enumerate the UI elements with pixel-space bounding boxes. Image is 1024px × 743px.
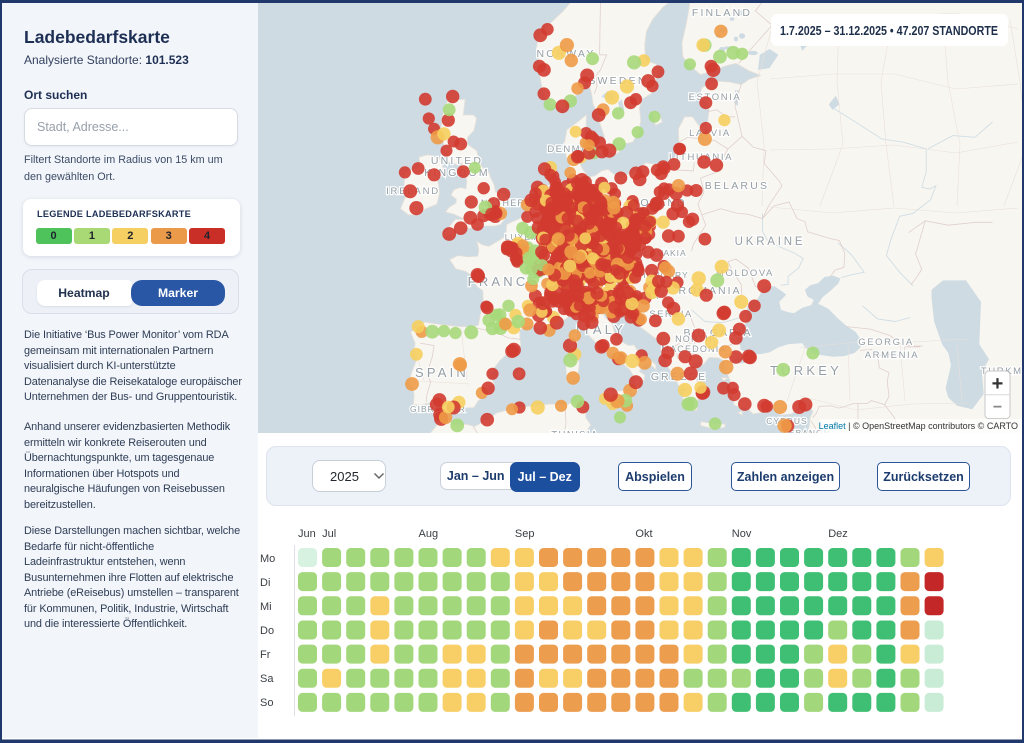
svg-text:Mi: Mi <box>260 601 272 613</box>
svg-text:Do: Do <box>260 625 274 637</box>
svg-text:ESTONIA: ESTONIA <box>689 92 742 103</box>
svg-text:Aug: Aug <box>419 528 439 540</box>
svg-text:Sep: Sep <box>515 528 535 540</box>
svg-text:FINLAND: FINLAND <box>692 7 752 19</box>
svg-text:Fr: Fr <box>260 649 271 661</box>
svg-text:SWEDEN: SWEDEN <box>588 75 647 87</box>
svg-text:UKRAINE: UKRAINE <box>735 236 806 248</box>
svg-text:BELARUS: BELARUS <box>705 180 769 192</box>
svg-text:Di: Di <box>260 577 270 589</box>
svg-text:+: + <box>992 373 1004 395</box>
svg-text:Okt: Okt <box>635 528 652 540</box>
svg-text:Mo: Mo <box>260 553 275 565</box>
svg-text:−: − <box>993 399 1002 416</box>
svg-text:Sa: Sa <box>260 673 274 685</box>
svg-text:1.7.2025 – 31.12.2025 • 47.207: 1.7.2025 – 31.12.2025 • 47.207 STANDORTE <box>780 23 998 38</box>
svg-text:Jul: Jul <box>322 528 336 540</box>
svg-text:So: So <box>260 697 273 709</box>
svg-text:Jun: Jun <box>298 528 316 540</box>
svg-text:Nov: Nov <box>732 528 752 540</box>
svg-text:Dez: Dez <box>828 528 848 540</box>
svg-text:ARMENIA: ARMENIA <box>865 350 919 361</box>
svg-text:Leaflet | © OpenStreetMap cont: Leaflet | © OpenStreetMap contributors ©… <box>819 421 1018 431</box>
svg-text:GEORGIA: GEORGIA <box>858 337 914 348</box>
